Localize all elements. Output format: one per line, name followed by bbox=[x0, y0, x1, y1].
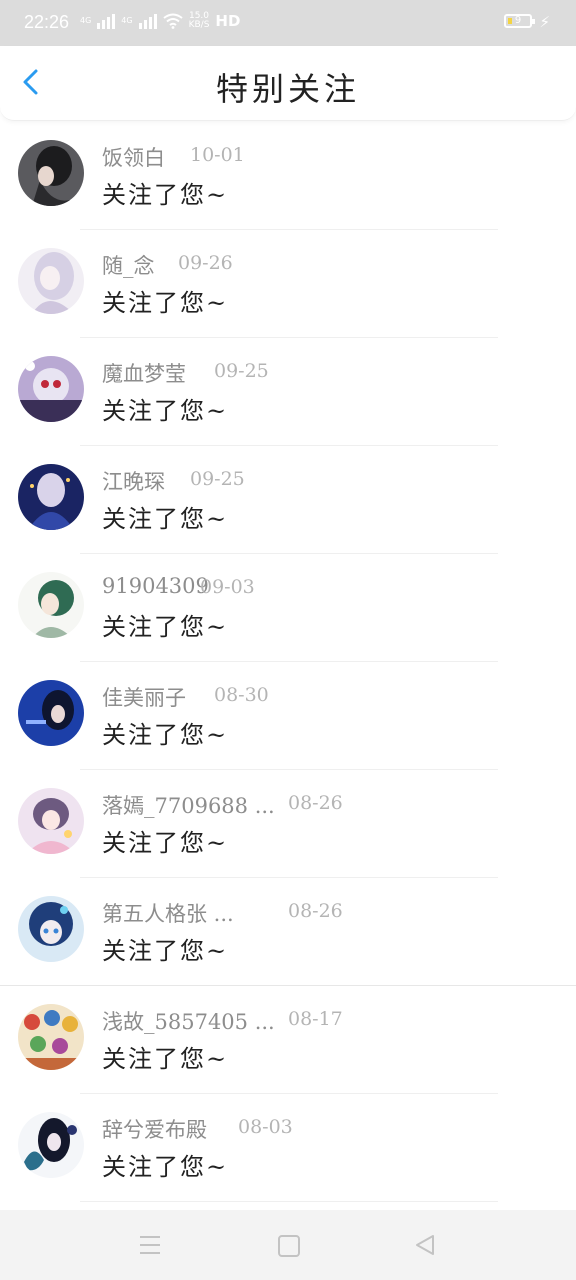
list-item[interactable]: 饭领白 10-01 关注了您~ bbox=[0, 122, 576, 230]
list-item[interactable]: 浅故_5857405 ... 08-17 关注了您~ bbox=[0, 986, 576, 1094]
list-item[interactable]: 辞兮爱布殿 08-03 关注了您~ bbox=[0, 1094, 576, 1202]
avatar[interactable] bbox=[18, 680, 84, 746]
avatar[interactable] bbox=[18, 896, 84, 962]
back-triangle-icon[interactable] bbox=[414, 1234, 436, 1256]
charging-icon: ⚡ bbox=[539, 13, 550, 31]
notification-message: 关注了您~ bbox=[102, 289, 229, 317]
notification-date: 09-25 bbox=[214, 360, 269, 382]
notification-message: 关注了您~ bbox=[102, 1045, 229, 1073]
avatar[interactable] bbox=[18, 464, 84, 530]
user-name: 落嫣_7709688 ... bbox=[102, 794, 275, 818]
divider bbox=[80, 1201, 498, 1202]
notification-date: 09-25 bbox=[190, 468, 245, 490]
avatar[interactable] bbox=[18, 572, 84, 638]
avatar[interactable] bbox=[18, 140, 84, 206]
list-item[interactable]: 91904309 09-03 关注了您~ bbox=[0, 554, 576, 662]
notification-list: 饭领白 10-01 关注了您~ 随_念 09-26 关注了您~ 魔血梦莹 09-… bbox=[0, 122, 576, 1202]
list-item[interactable]: 魔血梦莹 09-25 关注了您~ bbox=[0, 338, 576, 446]
avatar[interactable] bbox=[18, 1004, 84, 1070]
user-name: 91904309 bbox=[102, 574, 209, 598]
battery-icon: 9 bbox=[504, 14, 535, 28]
user-name: 辞兮爱布殿 bbox=[102, 1118, 207, 1142]
network-type-1: 4G bbox=[80, 16, 92, 25]
net-speed: 15.0 KB/S bbox=[189, 12, 210, 30]
avatar[interactable] bbox=[18, 788, 84, 854]
notification-date: 10-01 bbox=[190, 144, 245, 166]
wifi-icon bbox=[162, 13, 183, 29]
list-item[interactable]: 第五人格张 ... 08-26 关注了您~ bbox=[0, 878, 576, 986]
notification-message: 关注了您~ bbox=[102, 829, 229, 857]
status-icons: 4G 4G 15.0 KB/S HD bbox=[80, 12, 241, 31]
notification-date: 08-03 bbox=[238, 1116, 293, 1138]
signal-icon bbox=[97, 13, 116, 29]
notification-message: 关注了您~ bbox=[102, 181, 229, 209]
page-header: 特别关注 bbox=[0, 46, 576, 121]
list-item[interactable]: 佳美丽子 08-30 关注了您~ bbox=[0, 662, 576, 770]
notification-message: 关注了您~ bbox=[102, 1153, 229, 1181]
notification-message: 关注了您~ bbox=[102, 937, 229, 965]
notification-date: 09-03 bbox=[200, 576, 255, 598]
notification-date: 08-26 bbox=[288, 792, 343, 814]
user-name: 魔血梦莹 bbox=[102, 362, 186, 386]
user-name: 随_念 bbox=[102, 254, 155, 278]
notification-message: 关注了您~ bbox=[102, 613, 229, 641]
home-square-icon[interactable] bbox=[278, 1235, 300, 1257]
list-item[interactable]: 落嫣_7709688 ... 08-26 关注了您~ bbox=[0, 770, 576, 878]
avatar[interactable] bbox=[18, 1112, 84, 1178]
notification-date: 08-17 bbox=[288, 1008, 343, 1030]
menu-icon[interactable] bbox=[140, 1236, 160, 1260]
user-name: 浅故_5857405 ... bbox=[102, 1010, 275, 1034]
list-item[interactable]: 江晚琛 09-25 关注了您~ bbox=[0, 446, 576, 554]
user-name: 饭领白 bbox=[102, 146, 165, 170]
status-bar: 22:26 4G 4G 15.0 KB/S HD 9 ⚡ bbox=[0, 0, 576, 46]
page-title: 特别关注 bbox=[215, 70, 360, 108]
avatar[interactable] bbox=[18, 248, 84, 314]
system-nav-bar bbox=[0, 1210, 576, 1280]
user-name: 第五人格张 ... bbox=[102, 902, 234, 926]
notification-message: 关注了您~ bbox=[102, 397, 229, 425]
net-speed-unit: KB/S bbox=[188, 20, 210, 30]
avatar[interactable] bbox=[18, 356, 84, 422]
notification-date: 08-30 bbox=[214, 684, 269, 706]
hd-indicator: HD bbox=[215, 12, 241, 30]
list-item[interactable]: 随_念 09-26 关注了您~ bbox=[0, 230, 576, 338]
notification-message: 关注了您~ bbox=[102, 505, 229, 533]
signal-icon-2 bbox=[138, 13, 157, 29]
status-time: 22:26 bbox=[24, 12, 70, 32]
user-name: 江晚琛 bbox=[102, 470, 165, 494]
notification-message: 关注了您~ bbox=[102, 721, 229, 749]
notification-date: 09-26 bbox=[178, 252, 233, 274]
notification-date: 08-26 bbox=[288, 900, 343, 922]
network-type-2: 4G bbox=[121, 16, 133, 25]
user-name: 佳美丽子 bbox=[102, 686, 186, 710]
battery-level: 9 bbox=[514, 15, 522, 26]
